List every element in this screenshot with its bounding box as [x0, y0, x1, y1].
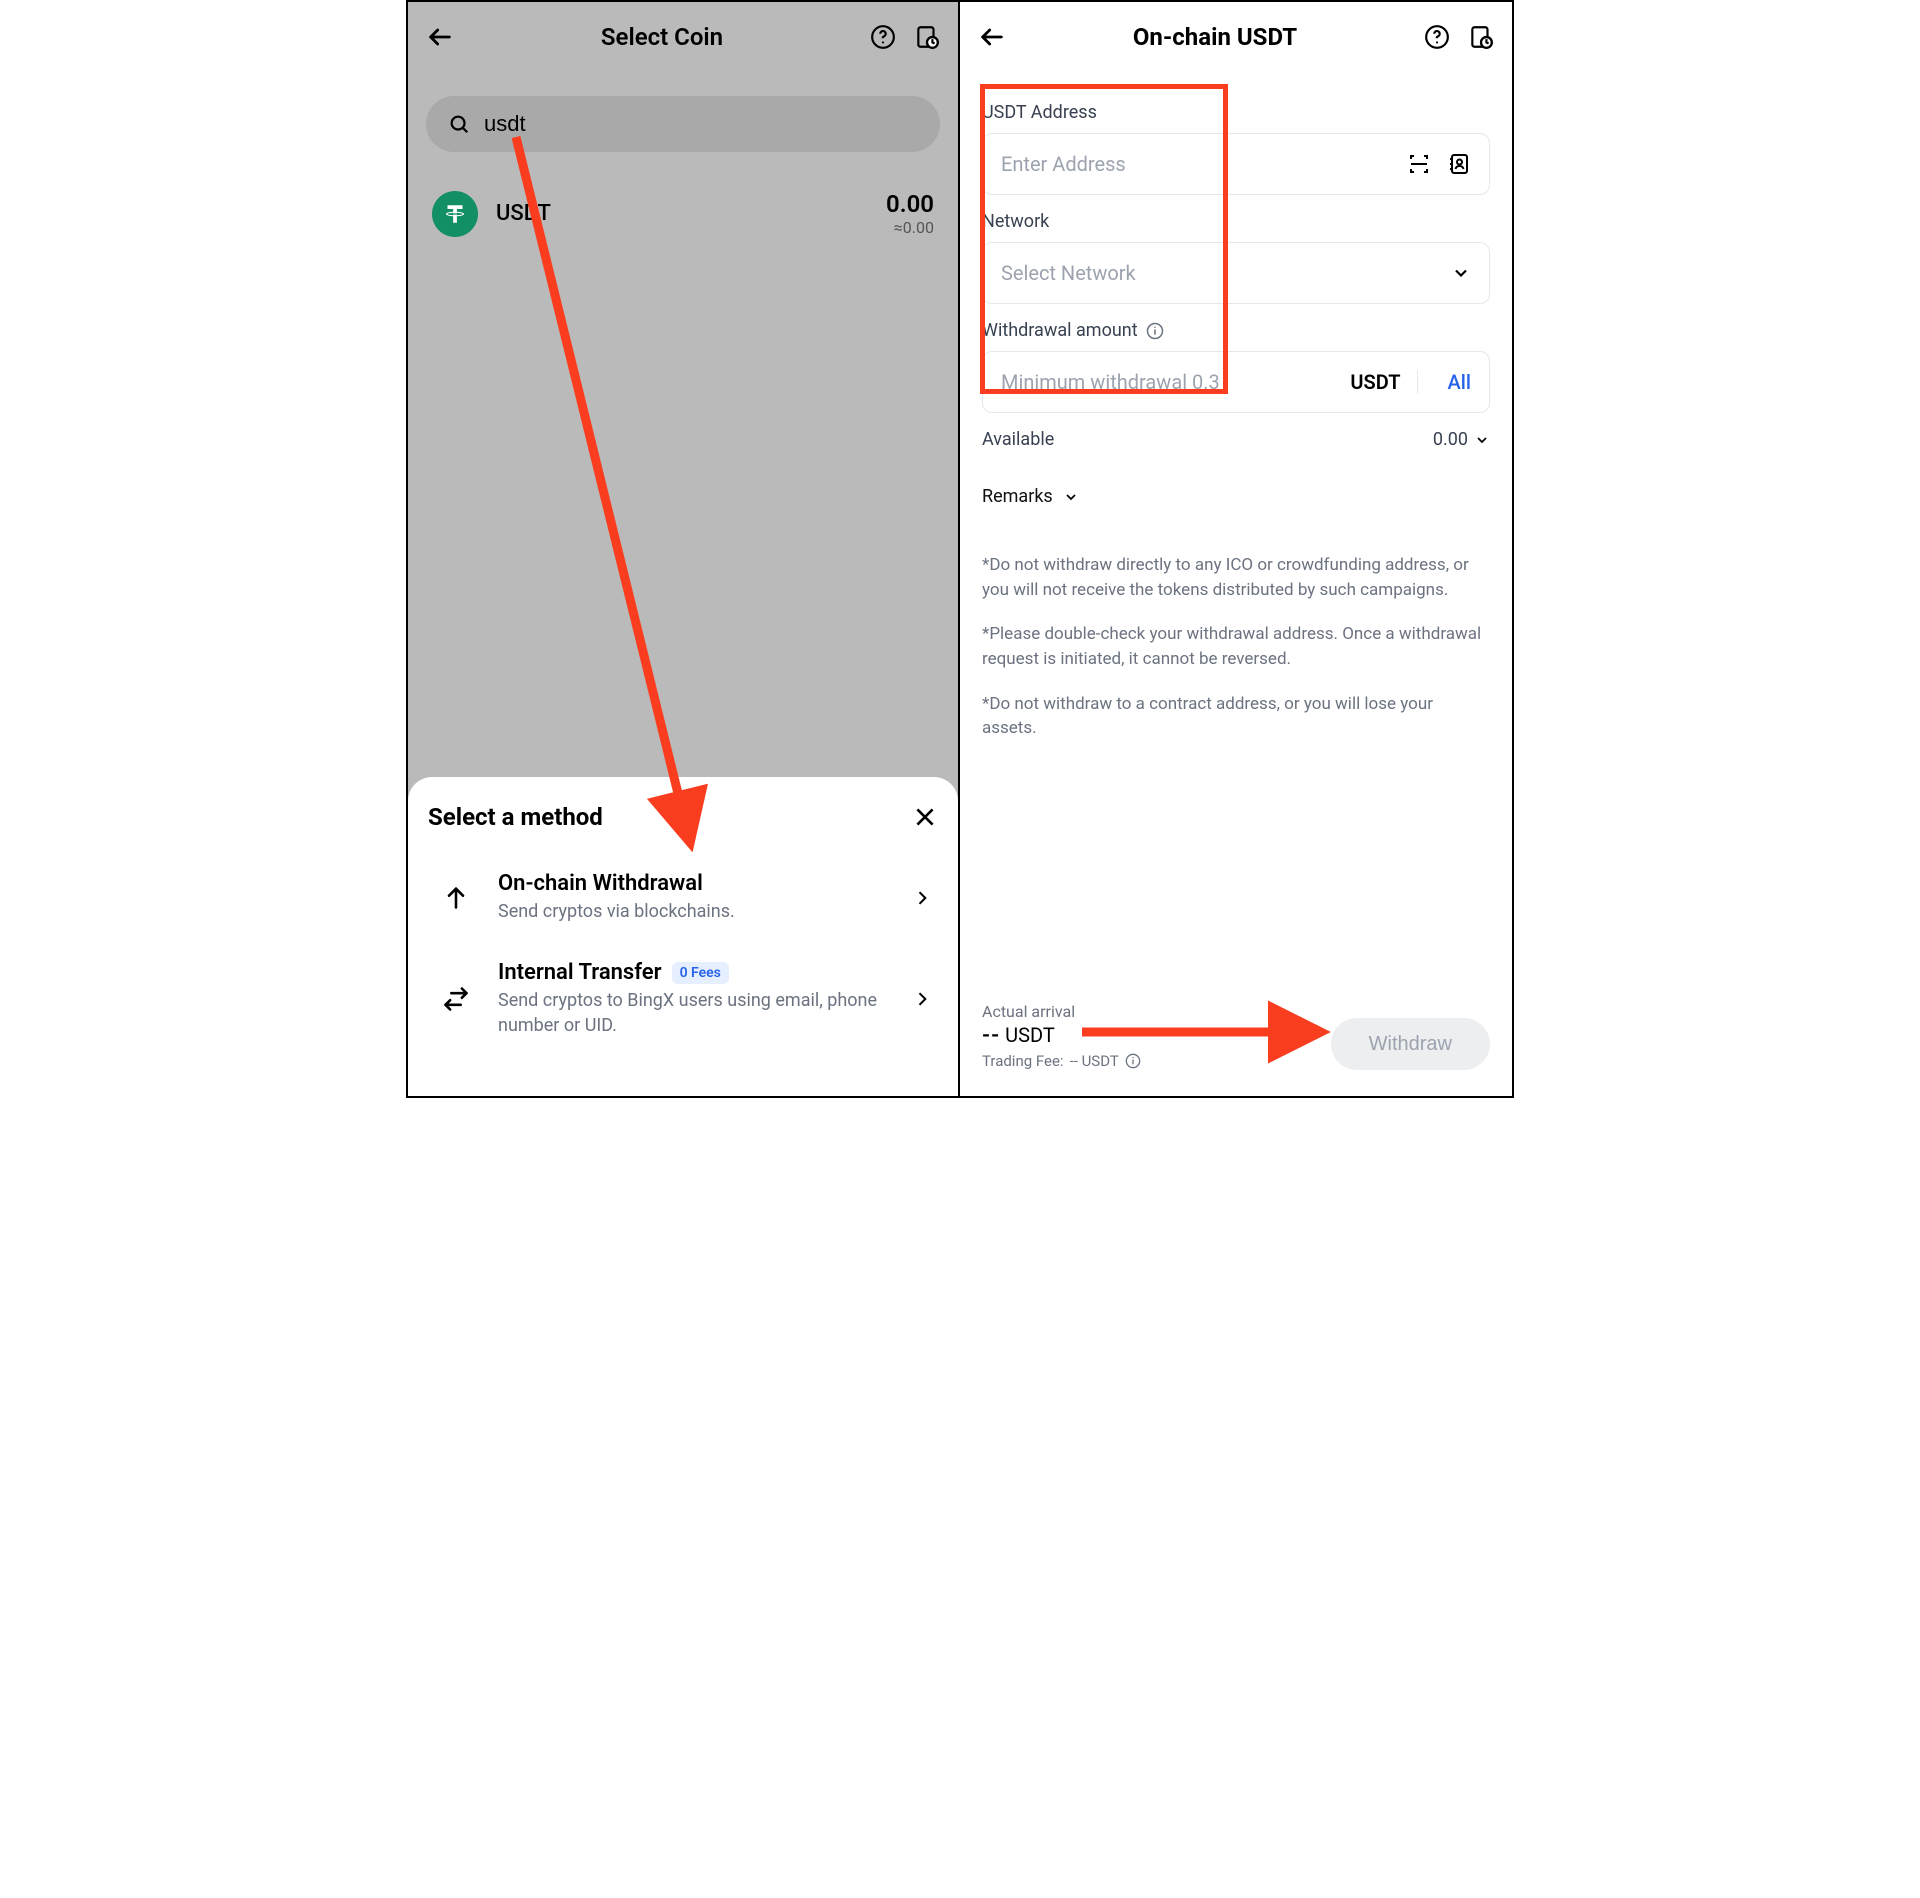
sheet-title: Select a method [428, 803, 603, 831]
amount-placeholder: Minimum withdrawal 0.3 [1001, 370, 1320, 394]
coin-row[interactable]: USDT 0.00 ≈0.00 [408, 162, 958, 265]
chevron-down-icon[interactable] [1474, 432, 1490, 448]
remarks-label: Remarks [982, 486, 1053, 507]
withdraw-button[interactable]: Withdraw [1331, 1018, 1490, 1070]
address-field[interactable]: Enter Address [982, 133, 1490, 195]
chevron-right-icon [912, 989, 932, 1009]
usdt-icon [432, 191, 478, 237]
search-input-wrap[interactable] [426, 96, 940, 152]
amount-field[interactable]: Minimum withdrawal 0.3 USDT All [982, 351, 1490, 413]
chevron-down-icon [1063, 489, 1079, 505]
info-icon[interactable] [1146, 322, 1164, 340]
history-icon[interactable] [914, 24, 940, 50]
chevron-down-icon [1451, 263, 1471, 283]
search-input[interactable] [484, 111, 918, 137]
address-label: USDT Address [982, 102, 1490, 123]
fees-badge: 0 Fees [672, 962, 729, 984]
help-icon[interactable] [1424, 24, 1450, 50]
transfer-icon [442, 985, 470, 1013]
method-desc: Send cryptos to BingX users using email,… [498, 989, 892, 1038]
close-icon[interactable] [912, 804, 938, 830]
scan-icon[interactable] [1407, 152, 1431, 176]
method-name: Internal Transfer [498, 960, 662, 985]
remarks-toggle[interactable]: Remarks [982, 486, 1490, 507]
method-desc: Send cryptos via blockchains. [498, 900, 892, 924]
back-icon[interactable] [426, 23, 454, 51]
coin-symbol: USDT [496, 201, 551, 226]
method-internal[interactable]: Internal Transfer 0 Fees Send cryptos to… [428, 942, 938, 1056]
search-icon [448, 113, 470, 135]
amount-unit: USDT [1334, 370, 1417, 394]
network-label: Network [982, 211, 1490, 232]
available-label: Available [982, 429, 1054, 450]
notes: *Do not withdraw directly to any ICO or … [982, 553, 1490, 741]
page-title: On-chain USDT [1006, 23, 1424, 51]
actual-arrival-label: Actual arrival [982, 1002, 1141, 1021]
contacts-icon[interactable] [1447, 152, 1471, 176]
history-icon[interactable] [1468, 24, 1494, 50]
arrow-up-icon [442, 884, 470, 912]
network-placeholder: Select Network [1001, 261, 1437, 285]
coin-balance: 0.00 [886, 190, 934, 218]
info-icon[interactable] [1125, 1053, 1141, 1069]
chevron-right-icon [912, 888, 932, 908]
page-title: Select Coin [454, 23, 870, 51]
address-placeholder: Enter Address [1001, 152, 1393, 176]
available-value: 0.00 [1433, 429, 1468, 450]
actual-arrival-value: -- USDT [982, 1023, 1141, 1048]
help-icon[interactable] [870, 24, 896, 50]
amount-label: Withdrawal amount [982, 320, 1138, 341]
amount-all[interactable]: All [1432, 370, 1471, 394]
method-sheet: Select a method On-chain Withdrawal Send… [408, 777, 958, 1096]
network-field[interactable]: Select Network [982, 242, 1490, 304]
back-icon[interactable] [978, 23, 1006, 51]
method-onchain[interactable]: On-chain Withdrawal Send cryptos via blo… [428, 853, 938, 942]
coin-balance-sub: ≈0.00 [886, 218, 934, 237]
trading-fee: Trading Fee: -- USDT [982, 1052, 1141, 1070]
method-name: On-chain Withdrawal [498, 871, 703, 896]
